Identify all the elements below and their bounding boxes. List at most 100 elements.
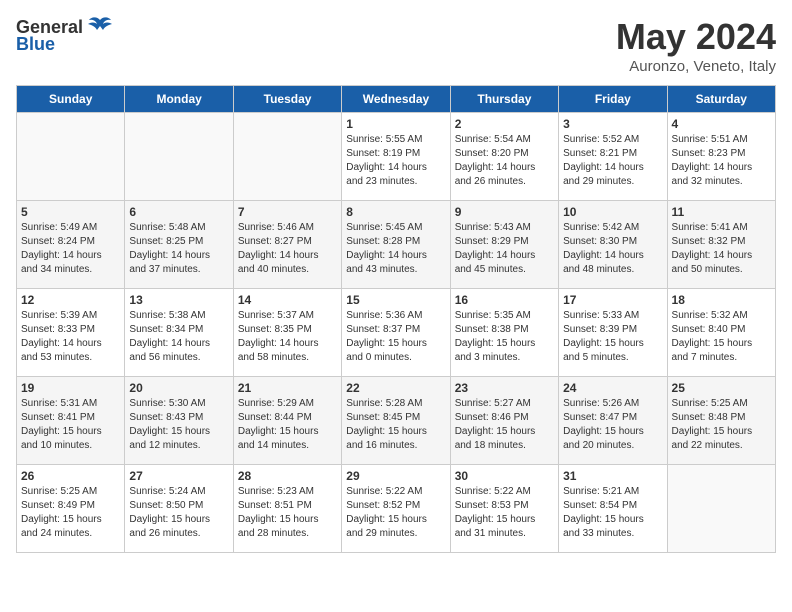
daylight-text: Daylight: 15 hours and 12 minutes. [129, 426, 210, 451]
calendar-cell: 27 Sunrise: 5:24 AMSunset: 8:50 PMDayligh… [125, 465, 233, 553]
daylight-text: Daylight: 15 hours and 5 minutes. [563, 338, 644, 363]
calendar-cell: 1Sunrise: 5:55 AMSunset: 8:19 PMDaylight… [342, 113, 450, 201]
sunset-text: Sunset: 8:46 PM [455, 412, 529, 423]
cell-info: Sunrise: 5:48 AMSunset: 8:25 PMDaylight:… [129, 221, 228, 277]
sunrise-text: Sunrise: 5:33 AM [563, 310, 639, 321]
day-number: 20 [129, 381, 228, 395]
day-number: 29 [346, 469, 445, 483]
daylight-text: Daylight: 14 hours and 23 minutes. [346, 162, 427, 187]
day-header-saturday: Saturday [667, 86, 775, 113]
cell-info: Sunrise: 5:23 AMSunset: 8:51 PMDaylight:… [238, 485, 337, 541]
sunrise-text: Sunrise: 5:25 AM [672, 398, 748, 409]
cell-info: Sunrise: 5:38 AM Sunset: 8:34 PM Daylight:… [129, 309, 228, 365]
calendar-cell: 30Sunrise: 5:22 AMSunset: 8:53 PMDayligh… [450, 465, 558, 553]
day-header-wednesday: Wednesday [342, 86, 450, 113]
title-block: May 2024 Auronzo, Veneto, Italy [616, 16, 776, 75]
logo: General Blue [16, 16, 113, 55]
calendar-cell: 29 Sunrise: 5:22 AMSunset: 8:52 PMDayligh… [342, 465, 450, 553]
sunrise-text: Sunrise: 5:48 AM [129, 222, 205, 233]
cell-info: Sunrise: 5:51 AMSunset: 8:23 PMDaylight:… [672, 133, 771, 189]
day-number: 7 [238, 205, 337, 219]
day-number: 5 [21, 205, 120, 219]
daylight-text: Daylight: 15 hours and 29 minutes. [346, 514, 427, 539]
cell-info: Sunrise: 5:25 AMSunset: 8:48 PMDaylight:… [672, 397, 771, 453]
daylight-text: Daylight: 14 hours and 43 minutes. [346, 250, 427, 275]
daylight-text: Daylight: 15 hours and 16 minutes. [346, 426, 427, 451]
calendar-cell: 2Sunrise: 5:54 AMSunset: 8:20 PMDaylight… [450, 113, 558, 201]
daylight-text: Daylight: 14 hours and 56 minutes. [129, 338, 210, 363]
sunrise-text: Sunrise: 5:29 AM [238, 398, 314, 409]
sunrise-text: Sunrise: 5:37 AM [238, 310, 314, 321]
daylight-text: Daylight: 14 hours and 34 minutes. [21, 250, 102, 275]
day-number: 14 [238, 293, 337, 307]
cell-info: Sunrise: 5:29 AMSunset: 8:44 PMDaylight:… [238, 397, 337, 453]
cell-info: Sunrise: 5:39 AMSunset: 8:33 PMDaylight:… [21, 309, 120, 365]
calendar-cell: 26 Sunrise: 5:25 AMSunset: 8:49 PMDayligh… [17, 465, 125, 553]
sunrise-text: Sunrise: 5:21 AM [563, 486, 639, 497]
sunrise-text: Sunrise: 5:31 AM [21, 398, 97, 409]
calendar-cell: 21Sunrise: 5:29 AMSunset: 8:44 PMDayligh… [233, 377, 341, 465]
sunrise-text: Sunrise: 5:43 AM [455, 222, 531, 233]
daylight-text: Daylight: 14 hours and 26 minutes. [455, 162, 536, 187]
daylight-text: Daylight: 14 hours and 45 minutes. [455, 250, 536, 275]
day-header-monday: Monday [125, 86, 233, 113]
daylight-text: Daylight: 15 hours and 20 minutes. [563, 426, 644, 451]
daylight-text: Daylight: 14 hours and 53 minutes. [21, 338, 102, 363]
day-number: 24 [563, 381, 662, 395]
cell-info: Sunrise: 5:21 AMSunset: 8:54 PMDaylight:… [563, 485, 662, 541]
calendar-cell: 13 Sunrise: 5:38 AM Sunset: 8:34 PM Dayligh… [125, 289, 233, 377]
day-number: 23 [455, 381, 554, 395]
sunrise-text: Sunrise: 5:22 AM [346, 486, 422, 497]
calendar-cell: 20 Sunrise: 5:30 AMSunset: 8:43 PMDayligh… [125, 377, 233, 465]
calendar-cell: 31Sunrise: 5:21 AMSunset: 8:54 PMDayligh… [559, 465, 667, 553]
sunset-text: Sunset: 8:32 PM [672, 236, 746, 247]
day-number: 27 [129, 469, 228, 483]
sunset-text: Sunset: 8:50 PM [129, 500, 203, 511]
day-number: 26 [21, 469, 120, 483]
cell-info: Sunrise: 5:25 AMSunset: 8:49 PMDaylight:… [21, 485, 120, 541]
cell-info: Sunrise: 5:22 AMSunset: 8:52 PMDaylight:… [346, 485, 445, 541]
day-number: 22 [346, 381, 445, 395]
calendar-cell: 7Sunrise: 5:46 AMSunset: 8:27 PMDaylight… [233, 201, 341, 289]
day-number: 13 [129, 293, 228, 307]
sunset-text: Sunset: 8:44 PM [238, 412, 312, 423]
daylight-text: Daylight: 15 hours and 10 minutes. [21, 426, 102, 451]
sunrise-text: Sunrise: 5:42 AM [563, 222, 639, 233]
cell-info: Sunrise: 5:30 AMSunset: 8:43 PMDaylight:… [129, 397, 228, 453]
daylight-text: Daylight: 14 hours and 29 minutes. [563, 162, 644, 187]
sunset-text: Sunset: 8:41 PM [21, 412, 95, 423]
day-number: 3 [563, 117, 662, 131]
sunset-text: Sunset: 8:53 PM [455, 500, 529, 511]
logo-blue-text: Blue [16, 34, 55, 55]
day-number: 12 [21, 293, 120, 307]
sunrise-text: Sunrise: 5:36 AM [346, 310, 422, 321]
location-subtitle: Auronzo, Veneto, Italy [616, 58, 776, 75]
sunrise-text: Sunrise: 5:27 AM [455, 398, 531, 409]
page-header: General Blue May 2024 Auronzo, Veneto, I… [16, 16, 776, 75]
sunrise-text: Sunrise: 5:35 AM [455, 310, 531, 321]
calendar-cell: 18Sunrise: 5:32 AMSunset: 8:40 PMDayligh… [667, 289, 775, 377]
calendar-cell: 14Sunrise: 5:37 AMSunset: 8:35 PMDayligh… [233, 289, 341, 377]
sunset-text: Sunset: 8:27 PM [238, 236, 312, 247]
cell-info: Sunrise: 5:35 AMSunset: 8:38 PMDaylight:… [455, 309, 554, 365]
daylight-text: Daylight: 14 hours and 40 minutes. [238, 250, 319, 275]
cell-info: Sunrise: 5:24 AMSunset: 8:50 PMDaylight:… [129, 485, 228, 541]
daylight-text: Daylight: 14 hours and 32 minutes. [672, 162, 753, 187]
day-number: 6 [129, 205, 228, 219]
cell-info: Sunrise: 5:45 AMSunset: 8:28 PMDaylight:… [346, 221, 445, 277]
cell-info: Sunrise: 5:41 AMSunset: 8:32 PMDaylight:… [672, 221, 771, 277]
sunrise-text: Sunrise: 5:52 AM [563, 134, 639, 145]
day-number: 15 [346, 293, 445, 307]
sunset-text: Sunset: 8:37 PM [346, 324, 420, 335]
cell-info: Sunrise: 5:52 AMSunset: 8:21 PMDaylight:… [563, 133, 662, 189]
sunrise-text: Sunrise: 5:26 AM [563, 398, 639, 409]
sunset-text: Sunset: 8:51 PM [238, 500, 312, 511]
calendar-table: SundayMondayTuesdayWednesdayThursdayFrid… [16, 85, 776, 553]
daylight-text: Daylight: 15 hours and 26 minutes. [129, 514, 210, 539]
sunrise-text: Sunrise: 5:38 AM [129, 310, 205, 321]
sunset-text: Sunset: 8:23 PM [672, 148, 746, 159]
calendar-cell [17, 113, 125, 201]
sunset-text: Sunset: 8:49 PM [21, 500, 95, 511]
sunset-text: Sunset: 8:34 PM [129, 324, 203, 335]
calendar-cell: 6 Sunrise: 5:48 AMSunset: 8:25 PMDaylight… [125, 201, 233, 289]
